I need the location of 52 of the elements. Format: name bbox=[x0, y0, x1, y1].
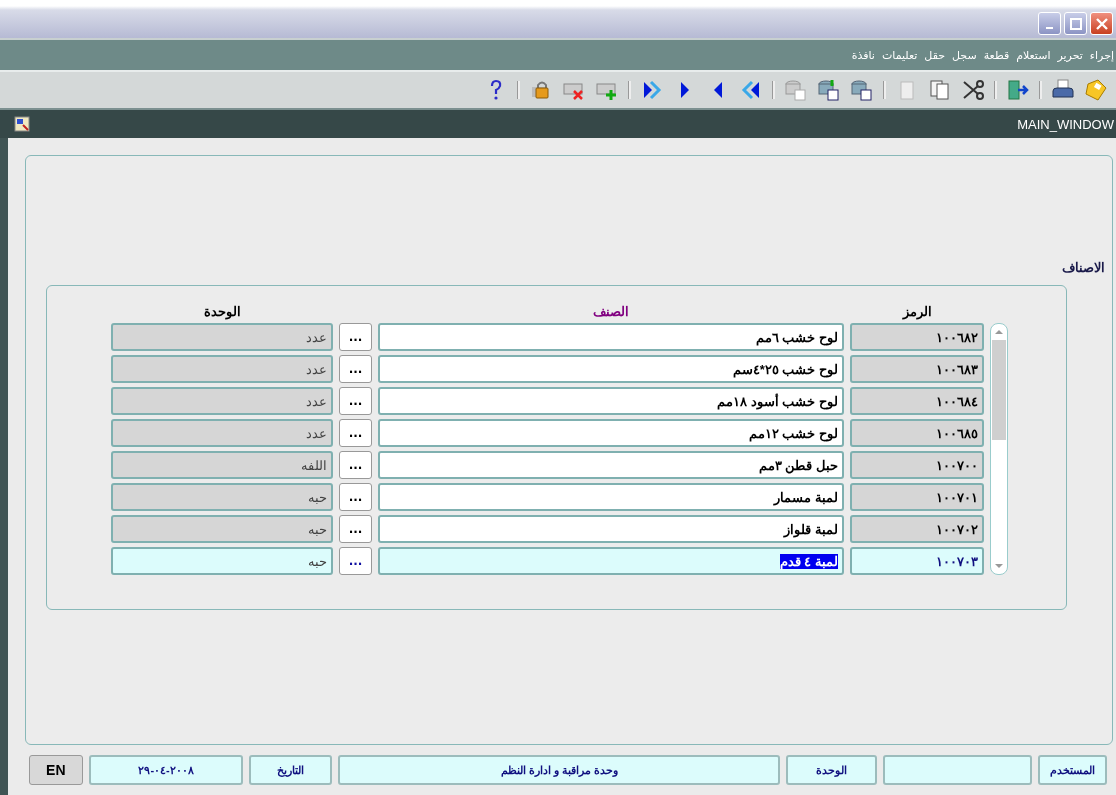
item-name-field[interactable]: لوح خشب أسود ١٨مم bbox=[378, 387, 844, 415]
code-field[interactable]: ١٠٠٦٨٤ bbox=[850, 387, 984, 415]
lookup-button[interactable]: ... bbox=[339, 387, 372, 415]
status-field: ٢٠٠٨-٠٤-٢٩ bbox=[88, 755, 244, 785]
item-name-field[interactable]: لوح خشب ١٢مم bbox=[378, 419, 844, 447]
unit-field[interactable]: اللفه bbox=[111, 451, 333, 479]
window-title: MAIN_WINDOW bbox=[1017, 116, 1114, 132]
status-field: المستخدم bbox=[1037, 755, 1107, 785]
unit-field[interactable]: عدد bbox=[111, 387, 333, 415]
item-name-field[interactable]: لمبة ٤ قدم bbox=[378, 547, 844, 575]
unit-field[interactable]: عدد bbox=[111, 355, 333, 383]
column-header: الرمز bbox=[901, 304, 933, 319]
status-field: الوحدة bbox=[786, 755, 877, 785]
code-field[interactable]: ١٠٠٧٠١ bbox=[850, 483, 984, 511]
unit-field[interactable]: عدد bbox=[111, 419, 333, 447]
code-field[interactable]: ١٠٠٧٠٠ bbox=[850, 451, 984, 479]
section-title: الاصناف bbox=[1062, 260, 1105, 275]
menu-item[interactable]: إجراء bbox=[1089, 48, 1114, 62]
code-field[interactable]: ١٠٠٧٠٢ bbox=[850, 515, 984, 543]
lookup-button[interactable]: ... bbox=[339, 419, 372, 447]
unit-field[interactable]: عدد bbox=[111, 323, 333, 351]
selected-text: لمبة ٤ قدم bbox=[779, 553, 838, 569]
menu-item[interactable]: حقل bbox=[924, 48, 946, 62]
item-name-field[interactable]: حبل قطن ٣مم bbox=[378, 451, 844, 479]
lookup-button[interactable]: ... bbox=[339, 451, 372, 479]
menu-item[interactable]: تحرير bbox=[1057, 48, 1083, 62]
lookup-button[interactable]: ... bbox=[339, 483, 372, 511]
item-name-field[interactable]: لمبة قلواز bbox=[378, 515, 844, 543]
code-field[interactable]: ١٠٠٧٠٣ bbox=[850, 547, 984, 575]
code-field[interactable]: ١٠٠٦٨٣ bbox=[850, 355, 984, 383]
item-name-field[interactable]: لوح خشب ٦مم bbox=[378, 323, 844, 351]
menu-item[interactable]: استعلام bbox=[1016, 48, 1051, 62]
lookup-button[interactable]: ... bbox=[339, 323, 372, 351]
column-header: الوحدة bbox=[202, 304, 242, 319]
unit-field[interactable]: حبه bbox=[111, 515, 333, 543]
unit-field[interactable]: حبه bbox=[111, 547, 333, 575]
status-field: وحدة مراقبة و ادارة النظم bbox=[337, 755, 781, 785]
status-field: التاريخ bbox=[249, 755, 332, 785]
language-button[interactable]: EN bbox=[29, 755, 83, 785]
code-field[interactable]: ١٠٠٦٨٢ bbox=[850, 323, 984, 351]
item-name-field[interactable]: لوح خشب ٢٥*٤سم bbox=[378, 355, 844, 383]
menu-item[interactable]: قطعة bbox=[983, 48, 1010, 62]
lookup-button[interactable]: ... bbox=[339, 515, 372, 543]
code-field[interactable]: ١٠٠٦٨٥ bbox=[850, 419, 984, 447]
lookup-button[interactable]: ... bbox=[339, 547, 372, 575]
lookup-button[interactable]: ... bbox=[339, 355, 372, 383]
column-header: الصنف bbox=[592, 304, 630, 319]
menu-item[interactable]: نافذة bbox=[851, 48, 875, 62]
menu-item[interactable]: سجل bbox=[952, 48, 977, 62]
unit-field[interactable]: حبه bbox=[111, 483, 333, 511]
menu-item[interactable]: تعليمات bbox=[881, 48, 918, 62]
item-name-field[interactable]: لمبة مسمار bbox=[378, 483, 844, 511]
